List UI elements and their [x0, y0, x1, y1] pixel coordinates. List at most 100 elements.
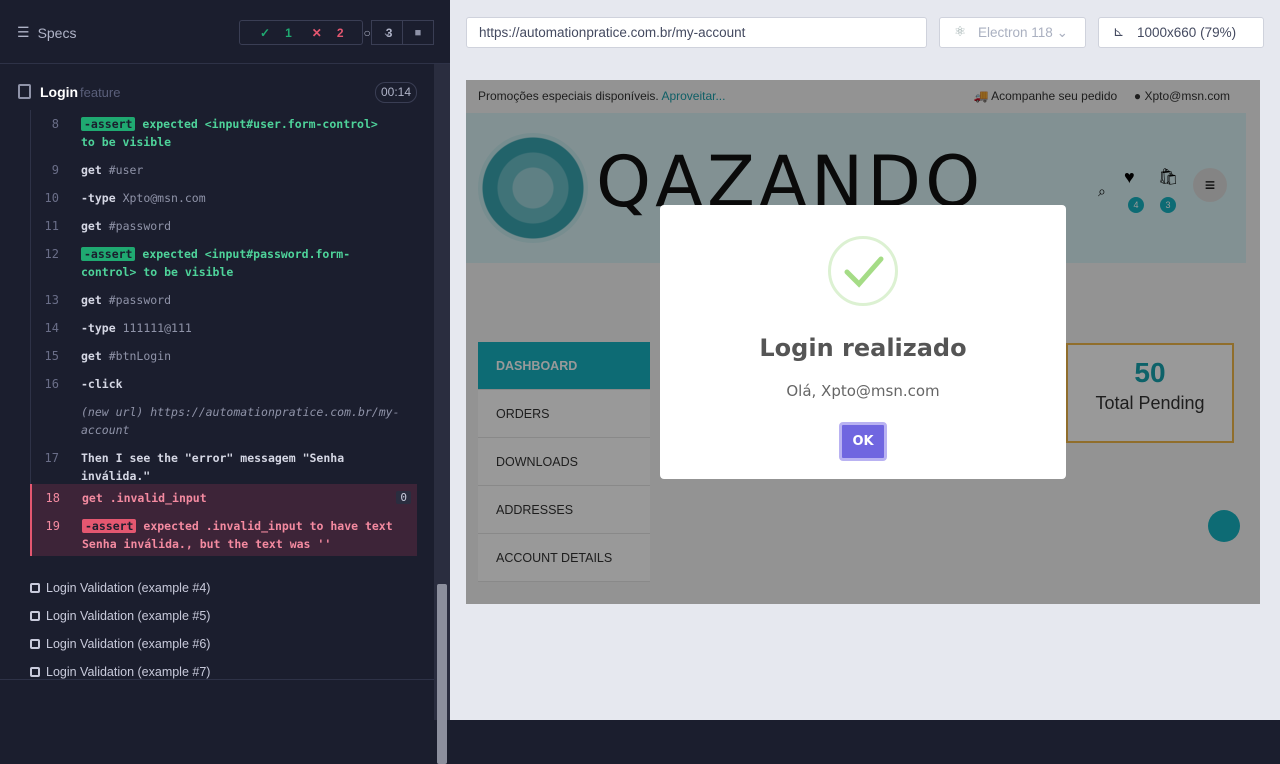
- aut-frame: Promoções especiais disponíveis. Aprovei…: [466, 80, 1260, 604]
- browser-label: Electron 118: [978, 25, 1053, 40]
- specs-label: Specs: [37, 24, 77, 41]
- command-selector: #password: [108, 293, 172, 307]
- browser-selector[interactable]: ⚛ Electron 118 ⌄: [939, 17, 1086, 48]
- ruler-icon: ⊾: [1113, 24, 1125, 39]
- command-name: -assert: [81, 117, 136, 131]
- command-row[interactable]: 15 get #btnLogin: [30, 342, 417, 370]
- pending-icon: ○: [363, 25, 371, 40]
- command-url: https://automationpratice.com.br/my-: [150, 405, 400, 419]
- viewport-info[interactable]: ⊾ 1000x660 (79%): [1098, 17, 1264, 48]
- command-name: get: [82, 491, 103, 505]
- command-name: (new url): [81, 405, 144, 419]
- scrollbar[interactable]: [434, 64, 450, 764]
- command-row[interactable]: 10 -type Xpto@msn.com: [30, 184, 417, 212]
- command-number: 15: [44, 349, 59, 363]
- failed-count: 2: [336, 25, 344, 40]
- test-item[interactable]: Login Validation (example #7): [30, 658, 210, 686]
- command-number: 16: [44, 377, 59, 391]
- command-message-2: Senha inválida., but the text was '': [82, 537, 332, 551]
- command-number: 13: [44, 293, 59, 307]
- test-list: Login Validation (example #4) Login Vali…: [30, 574, 210, 686]
- test-title: Login Validation (example #6): [46, 637, 211, 651]
- command-selector: #btnLogin: [108, 349, 172, 363]
- check-icon: [828, 236, 898, 306]
- command-selector: #user: [108, 163, 144, 177]
- passed-count: 1: [285, 25, 292, 40]
- test-title: Login Validation (example #4): [46, 581, 211, 595]
- login-success-modal: Login realizado Olá, Xpto@msn.com OK: [660, 205, 1066, 479]
- command-row-failed[interactable]: 18 get .invalid_input 0: [30, 484, 417, 512]
- command-row[interactable]: 9 get #user: [30, 156, 417, 184]
- passed-icon: ✓: [260, 25, 271, 40]
- url-bar[interactable]: https://automationpratice.com.br/my-acco…: [466, 17, 927, 48]
- command-row[interactable]: 11 get #password: [30, 212, 417, 240]
- test-item[interactable]: Login Validation (example #5): [30, 602, 210, 630]
- command-number: 8: [51, 117, 59, 131]
- command-row-failed[interactable]: 19 -assert expected .invalid_input to ha…: [30, 512, 417, 556]
- document-icon: [18, 84, 31, 99]
- command-message: expected .invalid_input to have text: [143, 519, 393, 533]
- checkbox-icon: [30, 639, 40, 649]
- command-number: 11: [44, 219, 59, 233]
- divider: [0, 679, 434, 680]
- command-name: Then: [81, 451, 109, 465]
- modal-title: Login realizado: [759, 334, 967, 362]
- command-number: 10: [44, 191, 59, 205]
- specs-button[interactable]: ☰ Specs: [17, 24, 76, 41]
- command-row[interactable]: 8 -assert expected <input#user.form-cont…: [30, 110, 417, 156]
- app-preview: https://automationpratice.com.br/my-acco…: [450, 0, 1280, 720]
- test-item[interactable]: Login Validation (example #4): [30, 574, 210, 602]
- test-item[interactable]: Login Validation (example #6): [30, 630, 210, 658]
- suite-duration: 00:14: [375, 82, 417, 103]
- command-selector: .invalid_input: [109, 491, 207, 505]
- command-message-2: inválida.": [81, 469, 151, 483]
- checkbox-icon: [30, 583, 40, 593]
- command-url-2: account: [81, 423, 130, 437]
- command-message: I see the "error" messagem "Senha: [115, 451, 345, 465]
- checkbox-icon: [30, 611, 40, 621]
- command-row[interactable]: 13 get #password: [30, 286, 417, 314]
- command-name: -click: [81, 377, 123, 391]
- command-row[interactable]: 14 -type 111111@111: [30, 314, 417, 342]
- test-title: Login Validation (example #5): [46, 609, 211, 623]
- command-message: expected <input#user.form-control>: [142, 117, 378, 131]
- command-row[interactable]: 12 -assert expected <input#password.form…: [30, 240, 417, 286]
- chevron-down-icon[interactable]: ⌄: [371, 20, 403, 45]
- scrollbar-thumb[interactable]: [437, 584, 447, 764]
- command-number: 14: [44, 321, 59, 335]
- suite-type: feature: [80, 85, 121, 100]
- command-name: get: [81, 219, 102, 233]
- modal-text: Olá, Xpto@msn.com: [786, 382, 940, 400]
- command-name: -assert: [81, 247, 136, 261]
- suite-row[interactable]: Login feature 00:14: [0, 76, 434, 108]
- command-name: -assert: [82, 519, 137, 533]
- command-row[interactable]: 16 -click: [30, 370, 417, 398]
- command-list: 8 -assert expected <input#user.form-cont…: [0, 110, 434, 556]
- command-message: expected <input#password.form-: [142, 247, 351, 261]
- command-message-2: to be visible: [81, 135, 172, 149]
- electron-icon: ⚛: [954, 24, 967, 39]
- command-name: -type: [81, 321, 116, 335]
- command-name: get: [81, 163, 102, 177]
- specs-header: ☰ Specs ✓ 1 ✕ 2 ○ 3 ⌄ ■: [0, 0, 450, 64]
- command-number: 18: [45, 491, 60, 505]
- element-count-badge: 0: [396, 491, 411, 504]
- specs-icon: ☰: [17, 24, 30, 40]
- failed-icon: ✕: [311, 25, 322, 40]
- command-message-2: control> to be visible: [81, 265, 234, 279]
- chevron-down-icon: ⌄: [1056, 25, 1068, 40]
- command-selector: Xpto@msn.com: [122, 191, 206, 205]
- command-number: 17: [44, 451, 59, 465]
- command-name: get: [81, 349, 102, 363]
- command-number: 9: [51, 163, 59, 177]
- checkbox-icon: [30, 667, 40, 677]
- command-selector: #password: [108, 219, 172, 233]
- suite-title: Login: [40, 84, 79, 100]
- stop-button[interactable]: ■: [402, 20, 434, 45]
- command-row[interactable]: (new url) https://automationpratice.com.…: [30, 398, 417, 444]
- ok-button[interactable]: OK: [839, 422, 887, 461]
- command-name: get: [81, 293, 102, 307]
- command-selector: 111111@111: [122, 321, 192, 335]
- command-number: 19: [45, 519, 60, 533]
- test-stats: ✓ 1 ✕ 2 ○ 3: [239, 20, 392, 45]
